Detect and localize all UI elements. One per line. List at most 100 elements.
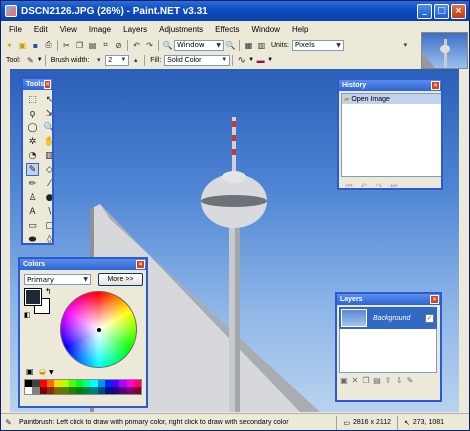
move-selection-icon[interactable]: ↖ <box>43 93 52 106</box>
grid-icon[interactable]: ▦ <box>243 40 254 51</box>
print-icon[interactable]: ⎙ <box>43 40 54 51</box>
swap-colors-icon[interactable]: ↰ <box>45 287 52 296</box>
redo-icon[interactable]: ↷ <box>373 181 385 189</box>
delete-layer-icon[interactable]: ✕ <box>350 375 360 385</box>
palette-swatch[interactable] <box>97 380 105 387</box>
reset-colors-icon[interactable]: ◧ <box>24 311 31 319</box>
palette-swatch[interactable] <box>90 380 98 387</box>
redo-icon[interactable]: ↷ <box>144 40 155 51</box>
palette-swatch[interactable] <box>61 387 69 394</box>
recolor-icon[interactable]: ● <box>43 191 52 204</box>
primary-color-swatch[interactable] <box>24 288 42 306</box>
cut-icon[interactable]: ✂ <box>61 40 72 51</box>
rulers-icon[interactable]: ▥ <box>256 40 267 51</box>
layer-row[interactable]: Background ✓ <box>339 307 437 329</box>
minimize-button[interactable]: _ <box>417 3 432 19</box>
gradient-icon[interactable]: ▥ <box>43 149 52 162</box>
palette-swatch[interactable] <box>68 387 76 394</box>
close-icon[interactable]: × <box>136 260 145 269</box>
rewind-icon[interactable]: ⏮ <box>343 181 355 188</box>
palette-swatch[interactable] <box>119 380 127 387</box>
layer-properties-icon[interactable]: ✎ <box>405 375 415 385</box>
move-layer-up-icon[interactable]: ⇧ <box>383 375 393 385</box>
palette-swatch[interactable] <box>61 380 69 387</box>
palette-swatch[interactable] <box>39 387 47 394</box>
fill-dropdown[interactable]: Solid Color ▼ <box>164 54 231 66</box>
color-wheel[interactable] <box>60 291 137 368</box>
palette-swatch[interactable] <box>133 387 141 394</box>
brush-decrease-icon[interactable]: ▾ <box>93 55 104 66</box>
fast-forward-icon[interactable]: ⏭ <box>388 181 400 188</box>
colors-panel-header[interactable]: Colors × <box>20 259 146 270</box>
menu-window[interactable]: Window <box>245 25 285 34</box>
ellipse-icon[interactable]: ⬬ <box>26 233 39 244</box>
zoom-out-icon[interactable]: 🔍 <box>162 40 173 51</box>
palette-swatch[interactable] <box>75 387 83 394</box>
menu-image[interactable]: Image <box>83 25 117 34</box>
add-layer-icon[interactable]: ▣ <box>339 375 349 385</box>
palette-swatch[interactable] <box>83 387 91 394</box>
lasso-select-icon[interactable]: ϙ <box>26 107 39 120</box>
palette-swatch[interactable] <box>46 387 54 394</box>
title-bar[interactable]: DSCN2126.JPG (26%) - Paint.NET v3.31 _ □… <box>1 1 469 21</box>
chevron-down-icon[interactable]: ▼ <box>267 57 273 63</box>
palette-swatch[interactable] <box>25 380 33 387</box>
new-file-icon[interactable]: ✦ <box>4 40 15 51</box>
eraser-icon[interactable]: ◇ <box>43 163 52 176</box>
paste-icon[interactable]: ▤ <box>87 40 98 51</box>
clone-stamp-icon[interactable]: ♙ <box>26 191 39 204</box>
add-to-palette-icon[interactable]: ▣ <box>26 367 34 376</box>
ellipse-select-icon[interactable]: ◯ <box>26 121 39 134</box>
zoom-dropdown[interactable]: Window ▼ <box>174 39 224 51</box>
merge-layer-icon[interactable]: ▤ <box>372 375 382 385</box>
menu-file[interactable]: File <box>3 25 28 34</box>
chevron-down-icon[interactable]: ▼ <box>248 57 254 63</box>
menu-edit[interactable]: Edit <box>28 25 54 34</box>
magic-wand-icon[interactable]: ✲ <box>26 135 39 148</box>
chevron-down-icon[interactable]: ▼ <box>49 369 54 376</box>
palette-swatch[interactable] <box>68 380 76 387</box>
palette-swatch[interactable] <box>25 387 33 394</box>
undo-icon[interactable]: ↶ <box>131 40 142 51</box>
palette-swatch[interactable] <box>133 380 141 387</box>
palette-swatch[interactable] <box>32 387 40 394</box>
palette-swatch[interactable] <box>39 380 47 387</box>
line-curve-icon[interactable]: ∖ <box>43 205 52 218</box>
palette-swatch[interactable] <box>54 387 62 394</box>
palette-swatch[interactable] <box>75 380 83 387</box>
toolbar-overflow-icon[interactable]: ▾ <box>400 40 411 51</box>
palette-swatch[interactable] <box>112 380 120 387</box>
close-icon[interactable]: × <box>430 295 439 304</box>
more-colors-button[interactable]: More >> <box>98 273 143 286</box>
brush-increase-icon[interactable]: ▴ <box>130 55 141 66</box>
close-icon[interactable]: × <box>431 81 440 90</box>
paintbrush-icon[interactable]: ✎ <box>26 163 39 176</box>
open-file-icon[interactable]: ▣ <box>17 40 28 51</box>
crop-icon[interactable]: ⌗ <box>100 40 111 51</box>
tools-panel-header[interactable]: Tools × <box>23 79 52 90</box>
close-button[interactable]: × <box>451 3 466 19</box>
menu-view[interactable]: View <box>54 25 83 34</box>
chevron-down-icon[interactable]: ▼ <box>37 57 43 63</box>
menu-effects[interactable]: Effects <box>209 25 245 34</box>
palette-swatch[interactable] <box>119 387 127 394</box>
freeform-shape-icon[interactable]: ◊ <box>43 233 52 244</box>
copy-icon[interactable]: ❐ <box>74 40 85 51</box>
palette-menu-icon[interactable]: ◒ <box>39 367 46 376</box>
color-mode-dropdown[interactable]: Primary ▼ <box>24 274 91 285</box>
undo-icon[interactable]: ↶ <box>358 181 370 189</box>
palette-swatch[interactable] <box>83 380 91 387</box>
zoom-in-icon[interactable]: 🔍 <box>225 40 236 51</box>
units-dropdown[interactable]: Pixels ▼ <box>291 39 344 51</box>
maximize-button[interactable]: □ <box>434 3 449 19</box>
palette-swatch[interactable] <box>126 380 134 387</box>
history-panel-header[interactable]: History × <box>339 80 441 91</box>
palette-swatch[interactable] <box>104 387 112 394</box>
blend-mode-icon[interactable]: ▬ <box>255 55 266 66</box>
layers-panel-header[interactable]: Layers × <box>337 294 440 305</box>
menu-layers[interactable]: Layers <box>117 25 153 34</box>
menu-adjustments[interactable]: Adjustments <box>153 25 209 34</box>
layer-visibility-checkbox[interactable]: ✓ <box>425 313 434 323</box>
paint-bucket-icon[interactable]: ◔ <box>26 149 39 162</box>
history-item[interactable]: ▰ Open Image <box>342 94 441 104</box>
